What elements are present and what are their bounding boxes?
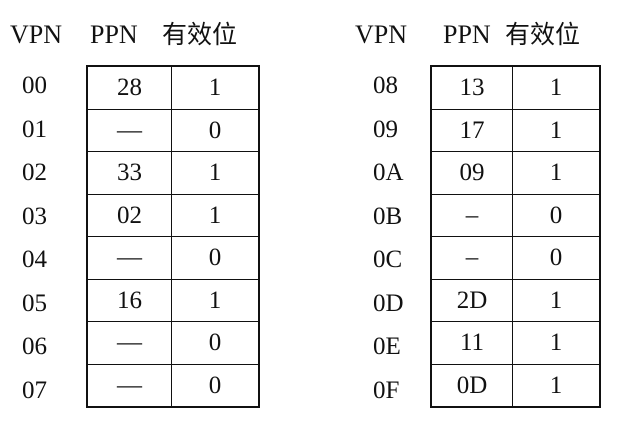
valid-bit-cell: 1 [171, 193, 260, 237]
vpn-label: 00 [22, 72, 47, 99]
ppn-cell: – [430, 193, 513, 237]
ppn-cell: 02 [86, 193, 172, 237]
vpn-label: 0F [373, 376, 400, 404]
valid-bit-cell: 1 [512, 321, 601, 365]
ppn-cell: 0D [430, 363, 513, 408]
table-row: 02 1 [86, 193, 260, 237]
table-row: 13 1 [430, 65, 601, 110]
vpn-label: 0C [373, 246, 403, 273]
ppn-cell: 28 [86, 65, 172, 110]
ppn-cell: — [86, 236, 172, 280]
vpn-label: 06 [22, 333, 47, 360]
valid-bit-cell: 1 [171, 65, 260, 110]
valid-bit-header: 有效位 [505, 20, 581, 49]
vpn-label: 0A [373, 159, 404, 186]
table-row: 11 1 [430, 321, 601, 365]
page-table-right: VPN PPN 有效位 08 09 0A 0B 0C 0D 0E 0F 13 1… [335, 0, 620, 433]
vpn-label: 09 [373, 115, 398, 143]
table-row: 33 1 [86, 151, 260, 195]
vpn-label: 01 [22, 115, 47, 143]
pte-table: 28 1 — 0 33 1 02 1 — 0 16 1 — 0 — 0 [86, 65, 260, 408]
table-row: 17 1 [430, 108, 601, 152]
valid-bit-cell: 0 [512, 236, 601, 280]
table-row: — 0 [86, 321, 260, 365]
valid-bit-cell: 0 [512, 193, 601, 237]
ppn-cell: 11 [430, 321, 513, 365]
ppn-cell: 17 [430, 108, 513, 152]
vpn-label: 08 [373, 72, 398, 99]
valid-bit-cell: 0 [171, 321, 260, 365]
ppn-cell: 16 [86, 278, 172, 322]
table-row: 09 1 [430, 151, 601, 195]
vpn-label: 05 [22, 289, 47, 317]
valid-bit-header: 有效位 [162, 20, 238, 49]
ppn-header: PPN [90, 20, 138, 49]
vpn-column: 08 09 0A 0B 0C 0D 0E 0F [373, 64, 423, 412]
vpn-header: VPN [355, 20, 408, 49]
ppn-header: PPN [443, 20, 491, 49]
vpn-label: 0D [373, 289, 404, 317]
vpn-label: 0E [373, 333, 401, 360]
ppn-cell: — [86, 108, 172, 152]
table-row: — 0 [86, 236, 260, 280]
valid-bit-cell: 1 [512, 108, 601, 152]
ppn-cell: – [430, 236, 513, 280]
table-row: — 0 [86, 108, 260, 152]
table-row: 0D 1 [430, 363, 601, 408]
vpn-label: 0B [373, 202, 403, 230]
ppn-cell: 13 [430, 65, 513, 110]
ppn-cell: — [86, 321, 172, 365]
vpn-label: 07 [22, 376, 47, 404]
page-table-left: VPN PPN 有效位 00 01 02 03 04 05 06 07 28 1… [0, 0, 300, 433]
ppn-cell: 09 [430, 151, 513, 195]
ppn-cell: 33 [86, 151, 172, 195]
valid-bit-cell: 1 [512, 363, 601, 408]
vpn-header: VPN [10, 20, 63, 49]
ppn-cell: 2D [430, 278, 513, 322]
table-row: — 0 [86, 363, 260, 408]
table-row: – 0 [430, 193, 601, 237]
valid-bit-cell: 1 [512, 65, 601, 110]
table-row: 16 1 [86, 278, 260, 322]
vpn-column: 00 01 02 03 04 05 06 07 [22, 64, 72, 412]
vpn-label: 02 [22, 159, 47, 186]
valid-bit-cell: 1 [512, 151, 601, 195]
valid-bit-cell: 1 [512, 278, 601, 322]
table-row: – 0 [430, 236, 601, 280]
ppn-cell: — [86, 363, 172, 408]
table-row: 28 1 [86, 65, 260, 110]
pte-table: 13 1 17 1 09 1 – 0 – 0 2D 1 11 1 0D 1 [430, 65, 601, 408]
valid-bit-cell: 0 [171, 363, 260, 408]
valid-bit-cell: 0 [171, 108, 260, 152]
vpn-label: 04 [22, 246, 47, 273]
valid-bit-cell: 1 [171, 151, 260, 195]
valid-bit-cell: 1 [171, 278, 260, 322]
table-row: 2D 1 [430, 278, 601, 322]
valid-bit-cell: 0 [171, 236, 260, 280]
vpn-label: 03 [22, 202, 47, 230]
